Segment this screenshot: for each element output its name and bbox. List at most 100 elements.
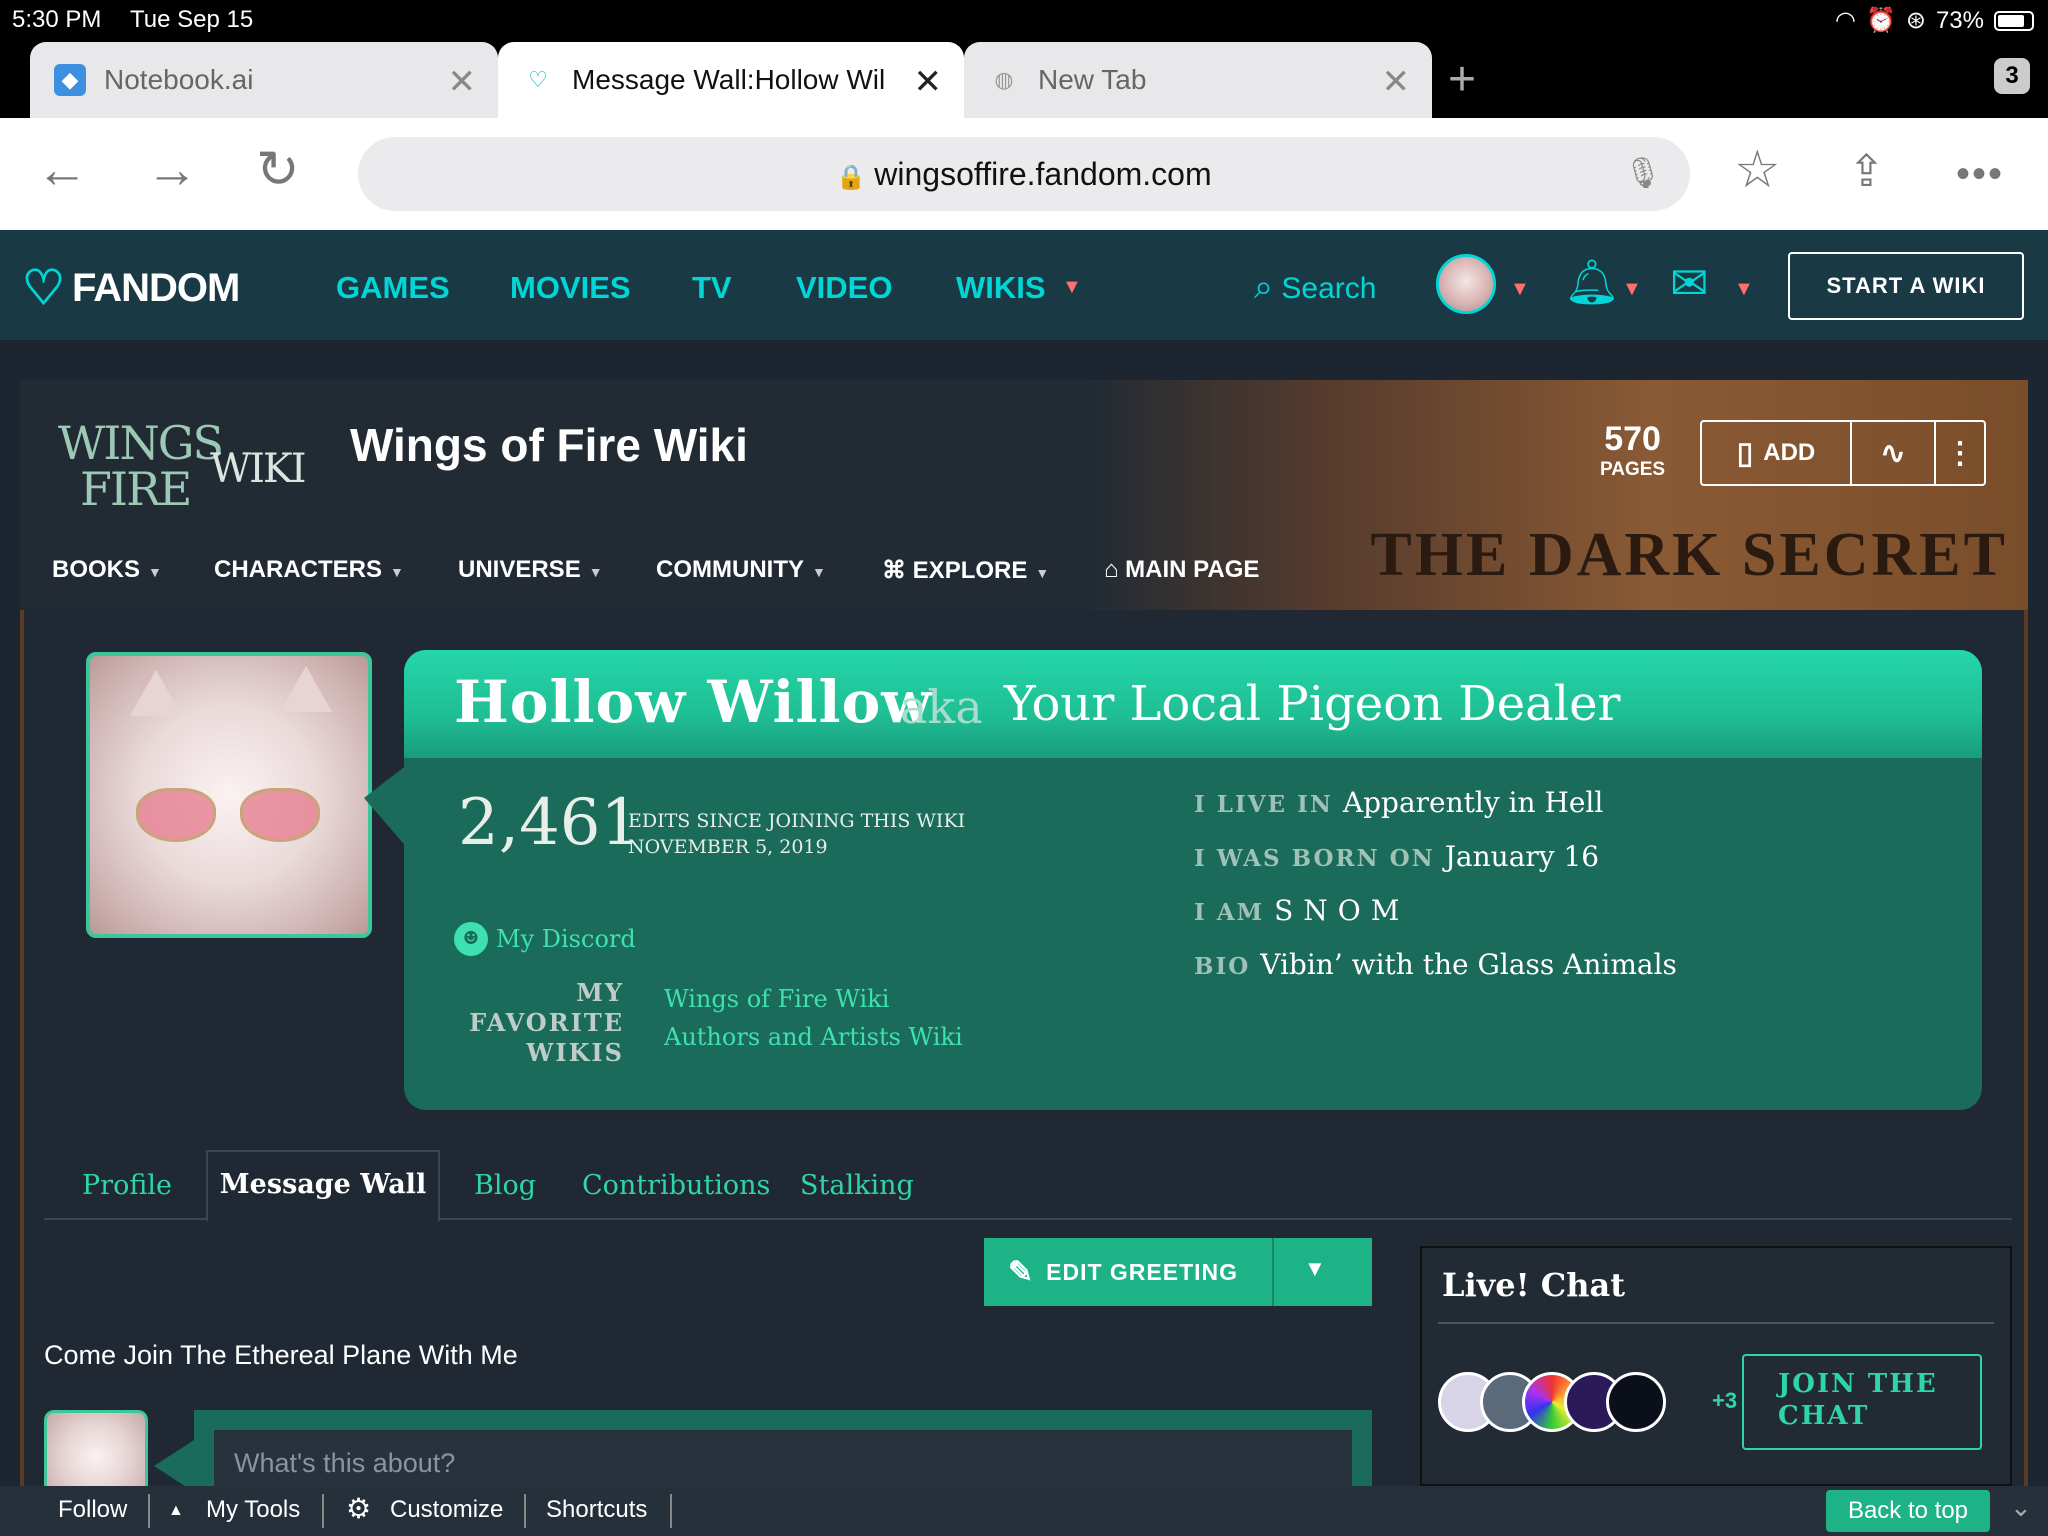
tab-count-button[interactable]: 3 <box>1994 58 2030 94</box>
close-tab-icon[interactable]: ✕ <box>448 62 477 102</box>
message-wall-greeting: Come Join The Ethereal Plane With Me <box>44 1340 518 1370</box>
wiki-bottom-toolbar: Follow ▲ My Tools ⚙ Customize Shortcuts … <box>0 1486 2048 1536</box>
wiki-nav-characters[interactable]: CHARACTERS ▼ <box>214 556 404 584</box>
browser-tab-message-wall[interactable]: ♡ Message Wall:Hollow Wil ✕ <box>498 42 964 118</box>
globe-icon: ◍ <box>994 67 1014 92</box>
bookmark-star-icon[interactable]: ☆ <box>1734 140 1781 200</box>
nav-video[interactable]: VIDEO <box>796 270 892 306</box>
add-label: ADD <box>1763 439 1816 466</box>
start-a-wiki-button[interactable]: START A WIKI <box>1788 252 2024 320</box>
my-tools-button[interactable]: My Tools <box>206 1496 300 1524</box>
back-to-top-button[interactable]: Back to top <box>1826 1490 1990 1532</box>
tab-message-wall[interactable]: Message Wall <box>206 1150 440 1222</box>
tab-contributions[interactable]: Contributions <box>582 1170 770 1201</box>
close-tab-icon[interactable]: ✕ <box>914 62 943 102</box>
user-avatar[interactable] <box>1436 254 1496 314</box>
wordmark-line2: FIRE <box>80 462 192 516</box>
tab-label: Message Wall:Hollow Wil <box>572 64 886 95</box>
wiki-wordmark[interactable]: WINGS FIRE WIKI <box>58 416 308 526</box>
search-label: Search <box>1281 272 1377 305</box>
new-tab-button[interactable]: + <box>1448 52 1476 107</box>
wiki-nav-explore[interactable]: ⌘ EXPLORE ▼ <box>882 556 1049 585</box>
customize-button[interactable]: Customize <box>390 1496 503 1524</box>
profile-facts: I LIVE IN Apparently in Hell I WAS BORN O… <box>1194 786 1677 1002</box>
join-chat-line: JOIN THE <box>1778 1369 1938 1399</box>
forward-arrow-icon[interactable]: → <box>146 140 198 200</box>
live-chat-module: Live! Chat +3 JOIN THE CHAT <box>1420 1246 2012 1486</box>
gear-icon[interactable]: ⚙ <box>346 1492 371 1525</box>
status-indicators: ◠ ⏰ ⊛ 73% <box>1835 6 2034 35</box>
wiki-nav-universe[interactable]: UNIVERSE ▼ <box>458 556 603 584</box>
status-bar: 5:30 PM Tue Sep 15 ◠ ⏰ ⊛ 73% <box>0 0 2048 40</box>
close-tab-icon[interactable]: ✕ <box>1382 62 1411 102</box>
favorite-wiki-link[interactable]: Authors and Artists Wiki <box>664 1018 963 1056</box>
discord-label: My Discord <box>496 925 636 953</box>
browser-tab-new[interactable]: ◍ New Tab ✕ <box>964 42 1432 118</box>
home-icon: ⌂ <box>1104 556 1126 583</box>
reload-icon[interactable]: ↻ <box>256 140 300 200</box>
discord-link[interactable]: ☻ My Discord <box>454 922 636 956</box>
activity-icon[interactable]: ∿ <box>1852 422 1936 484</box>
fact-location: I LIVE IN Apparently in Hell <box>1194 786 1604 819</box>
edits-info: EDITS SINCE JOINING THIS WIKI NOVEMBER 5… <box>628 808 965 860</box>
status-time: 5:30 PM <box>12 6 102 33</box>
nav-games[interactable]: GAMES <box>336 270 450 306</box>
follow-button[interactable]: Follow <box>58 1496 127 1524</box>
fact-occupation: I AM SNOM <box>1194 894 1410 927</box>
nav-movies[interactable]: MOVIES <box>510 270 631 306</box>
fandom-logo[interactable]: ♡ FANDOM <box>22 260 240 316</box>
edit-count[interactable]: 2,461 <box>458 786 641 860</box>
add-button[interactable]: ▯ ADD <box>1702 422 1852 484</box>
microphone-icon[interactable]: 🎙 <box>1624 137 1662 211</box>
join-chat-button[interactable]: JOIN THE CHAT <box>1742 1354 1982 1450</box>
browser-tab-notebook[interactable]: ◆ Notebook.ai ✕ <box>30 42 498 118</box>
chat-user-avatar[interactable] <box>1606 1372 1666 1432</box>
nav-wikis[interactable]: WIKIS <box>956 270 1046 306</box>
chevron-down-icon[interactable]: ▼ <box>1304 1256 1327 1282</box>
tab-stalking[interactable]: Stalking <box>800 1170 914 1201</box>
notifications-caret-icon[interactable]: ▼ <box>1622 278 1642 301</box>
message-title-input[interactable]: What's this about? <box>214 1430 1352 1490</box>
cat-ear <box>130 670 182 716</box>
shortcuts-button[interactable]: Shortcuts <box>546 1496 647 1524</box>
profile-avatar[interactable] <box>86 652 372 938</box>
page-counter: 570 PAGES <box>1600 420 1665 481</box>
wiki-nav-main-page[interactable]: ⌂ MAIN PAGE <box>1104 556 1259 584</box>
cat-ear <box>280 666 332 712</box>
back-arrow-icon[interactable]: ← <box>36 140 88 200</box>
more-options-icon[interactable]: ⋮ <box>1936 422 1984 484</box>
wikis-caret-icon: ▼ <box>1062 276 1082 298</box>
new-message-composer: What's this about? <box>194 1410 1372 1490</box>
messages-envelope-icon[interactable]: ✉ <box>1670 256 1709 310</box>
notifications-bell-icon[interactable]: 🔔︎ <box>1564 256 1620 308</box>
address-bar[interactable]: 🔒 wingsoffire.fandom.com 🎙 <box>358 137 1690 211</box>
wiki-title[interactable]: Wings of Fire Wiki <box>350 418 748 472</box>
avatar-caret-icon[interactable]: ▼ <box>1510 278 1530 301</box>
tab-blog[interactable]: Blog <box>474 1170 536 1201</box>
nav-tv[interactable]: TV <box>692 270 732 306</box>
edit-greeting-label: EDIT GREETING <box>1046 1258 1239 1285</box>
favorite-wiki-link[interactable]: Wings of Fire Wiki <box>664 980 963 1018</box>
edit-greeting-button[interactable]: ✎ EDIT GREETING ▼ <box>984 1238 1372 1306</box>
fandom-logo-text: FANDOM <box>72 265 240 310</box>
fav-label-line: WIKIS <box>526 1038 624 1067</box>
collapse-chevron-icon[interactable]: ⌄ <box>2010 1492 2032 1523</box>
more-menu-icon[interactable]: ••• <box>1956 152 2004 197</box>
wiki-nav-community[interactable]: COMMUNITY ▼ <box>656 556 826 584</box>
composer-pointer <box>154 1440 194 1492</box>
messages-caret-icon[interactable]: ▼ <box>1734 278 1754 301</box>
status-date: Tue Sep 15 <box>130 6 254 33</box>
page-add-icon: ▯ <box>1736 436 1754 470</box>
username: Hollow Willow <box>454 668 933 736</box>
fav-label-line: MY <box>576 978 624 1007</box>
tab-profile[interactable]: Profile <box>82 1170 172 1201</box>
fandom-search[interactable]: ⌕ Search <box>1254 268 1376 307</box>
lock-icon: 🔒 <box>836 164 867 191</box>
caret-up-icon[interactable]: ▲ <box>168 1502 184 1520</box>
wiki-nav-books[interactable]: BOOKS ▼ <box>52 556 162 584</box>
search-icon: ⌕ <box>1254 268 1274 306</box>
profile-card: Hollow Willow aka Your Local Pigeon Deal… <box>404 650 1982 1110</box>
share-icon[interactable]: ⇪ <box>1848 146 1885 197</box>
battery-icon <box>1994 10 2034 31</box>
more-chatters-count: +3 <box>1712 1388 1738 1413</box>
